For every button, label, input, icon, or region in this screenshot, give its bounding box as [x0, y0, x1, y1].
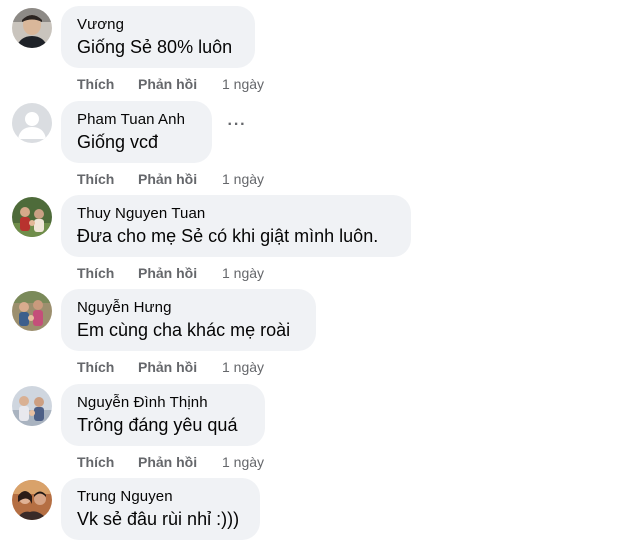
- family-photo-icon: [12, 291, 52, 331]
- comment-bubble: Nguyễn Hưng Em cùng cha khác mẹ roài: [61, 289, 316, 351]
- comment-author[interactable]: Thuy Nguyen Tuan: [77, 204, 395, 223]
- family-photo-icon: [12, 197, 52, 237]
- man-portrait-icon: [12, 8, 52, 48]
- comment-bubble: Pham Tuan Anh Giống vcđ: [61, 101, 212, 163]
- avatar[interactable]: [12, 103, 52, 143]
- comment-author[interactable]: Vương: [77, 15, 239, 34]
- like-button[interactable]: Thích: [77, 357, 114, 377]
- more-options-icon[interactable]: ···: [225, 115, 249, 139]
- reply-button[interactable]: Phản hồi: [138, 169, 197, 189]
- avatar[interactable]: [12, 8, 52, 48]
- comment-author[interactable]: Nguyễn Hưng: [77, 298, 300, 317]
- like-button[interactable]: Thích: [77, 263, 114, 283]
- comment-bubble: Vương Giống Sẻ 80% luôn: [61, 6, 255, 68]
- comment-text: Giống vcđ: [77, 132, 159, 152]
- default-user-icon: [12, 103, 52, 143]
- like-button[interactable]: Thích: [77, 452, 114, 472]
- family-photo-icon: [12, 386, 52, 426]
- comment-timestamp[interactable]: 1 ngày: [222, 169, 264, 189]
- comment-author[interactable]: Nguyễn Đình Thịnh: [77, 393, 249, 412]
- couple-photo-icon: [12, 480, 52, 520]
- comment-text: Vk sẻ đâu rùi nhỉ :))): [77, 509, 240, 529]
- comment-bubble: Nguyễn Đình Thịnh Trông đáng yêu quá: [61, 384, 265, 446]
- comment-text: Đưa cho mẹ Sẻ có khi giật mình luôn.: [77, 226, 379, 246]
- comment-text: Em cùng cha khác mẹ roài: [77, 320, 291, 340]
- comment-bubble: Trung Nguyen Vk sẻ đâu rùi nhỉ :))): [61, 478, 260, 540]
- avatar[interactable]: [12, 386, 52, 426]
- avatar[interactable]: [12, 291, 52, 331]
- comment-timestamp[interactable]: 1 ngày: [222, 357, 264, 377]
- comment-author[interactable]: Trung Nguyen: [77, 487, 244, 506]
- reply-button[interactable]: Phản hồi: [138, 452, 197, 472]
- avatar[interactable]: [12, 197, 52, 237]
- comment-bubble: Thuy Nguyen Tuan Đưa cho mẹ Sẻ có khi gi…: [61, 195, 411, 257]
- reply-button[interactable]: Phản hồi: [138, 357, 197, 377]
- comment-timestamp[interactable]: 1 ngày: [222, 74, 264, 94]
- comment-text: Giống Sẻ 80% luôn: [77, 37, 233, 57]
- comment-author[interactable]: Pham Tuan Anh: [77, 110, 196, 129]
- reply-button[interactable]: Phản hồi: [138, 74, 197, 94]
- like-button[interactable]: Thích: [77, 169, 114, 189]
- comment-text: Trông đáng yêu quá: [77, 415, 238, 435]
- like-button[interactable]: Thích: [77, 74, 114, 94]
- avatar[interactable]: [12, 480, 52, 520]
- comment-timestamp[interactable]: 1 ngày: [222, 452, 264, 472]
- comment-timestamp[interactable]: 1 ngày: [222, 263, 264, 283]
- reply-button[interactable]: Phản hồi: [138, 263, 197, 283]
